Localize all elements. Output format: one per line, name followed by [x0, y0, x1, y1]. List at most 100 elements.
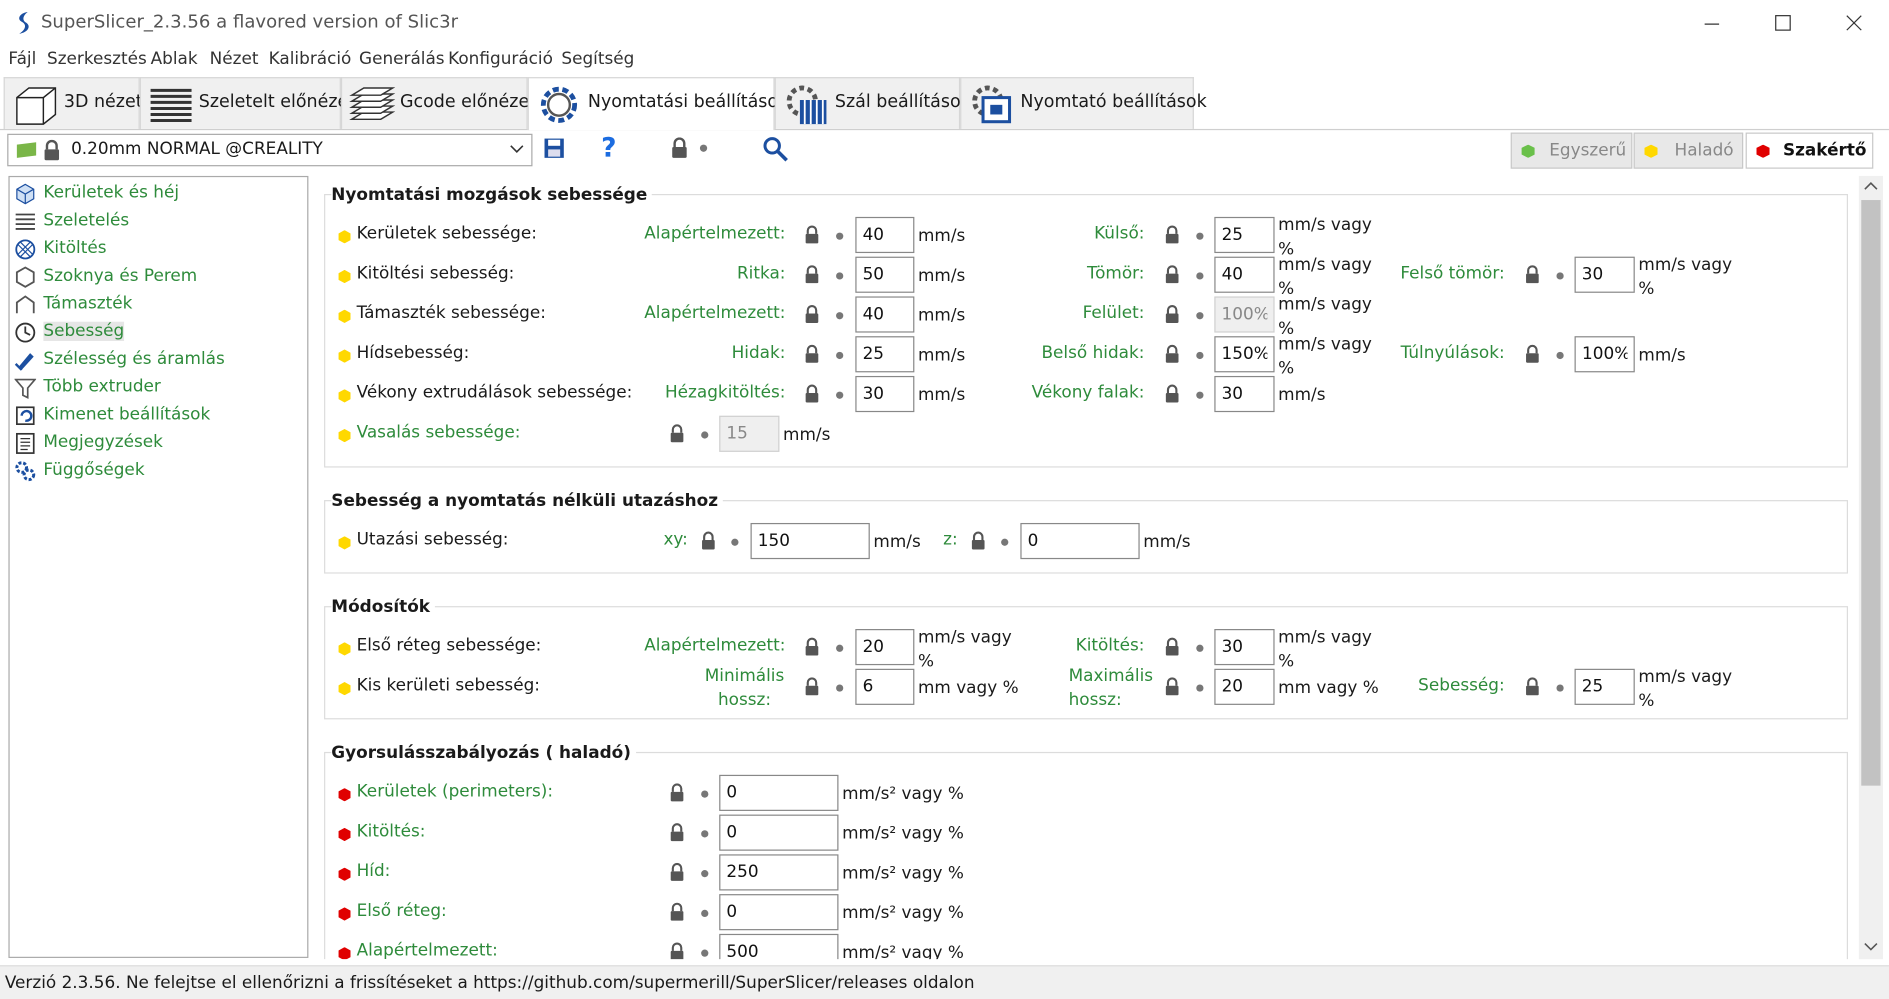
- thin-walls-speed-input[interactable]: [1214, 375, 1275, 413]
- sublabel: Belső hidak:: [1041, 343, 1145, 363]
- menu-view[interactable]: Nézet: [210, 49, 259, 68]
- external-perimeter-speed-input[interactable]: [1214, 216, 1275, 254]
- lock-icon[interactable]: [970, 531, 987, 550]
- travel-xy-speed-input[interactable]: [750, 522, 870, 560]
- lock-icon[interactable]: [1164, 344, 1181, 364]
- tab-gcode-preview[interactable]: Gcode előnézet: [340, 77, 536, 129]
- lock-icon[interactable]: [804, 677, 821, 696]
- lock-icon[interactable]: [804, 265, 821, 284]
- accel-infill-input[interactable]: [719, 814, 839, 851]
- lock-icon[interactable]: [804, 637, 821, 656]
- tab-printer-settings[interactable]: Nyomtató beállítások: [960, 77, 1207, 129]
- unit-label: mm/s² vagy %: [842, 863, 964, 884]
- solid-infill-speed-input[interactable]: [1214, 256, 1275, 293]
- first-layer-speed-input[interactable]: [855, 629, 915, 666]
- menu-configuration[interactable]: Konfiguráció: [448, 49, 553, 68]
- lock-icon[interactable]: [669, 902, 686, 922]
- lock-icon[interactable]: [1164, 384, 1181, 403]
- row-bridge-speed: Hídsebesség: Hidak: mm/s Belső hidak: mm…: [316, 335, 1846, 378]
- support-speed-input[interactable]: [855, 296, 915, 333]
- app-window: SuperSlicer_2.3.56 a flavored version of…: [0, 0, 1889, 999]
- lock-icon[interactable]: [670, 137, 689, 159]
- mode-expert-label: Szakértő: [1782, 140, 1867, 161]
- bridge-speed-input[interactable]: [855, 336, 915, 373]
- accel-perimeters-input[interactable]: [719, 774, 839, 811]
- menu-calibration[interactable]: Kalibráció: [269, 49, 352, 68]
- maximize-icon[interactable]: [1768, 10, 1797, 37]
- lock-icon[interactable]: [669, 783, 686, 802]
- unit-label: mm/s: [917, 226, 966, 246]
- menu-help[interactable]: Segítség: [561, 49, 634, 68]
- lock-icon[interactable]: [1524, 677, 1541, 696]
- lock-icon[interactable]: [1524, 344, 1541, 364]
- scroll-down-icon[interactable]: [1864, 942, 1878, 952]
- small-perimeter-speed-input[interactable]: [1574, 668, 1635, 705]
- accel-first-layer-input[interactable]: [719, 894, 839, 931]
- tab-label: Nyomtatási beállítások: [587, 92, 789, 113]
- mode-advanced-button[interactable]: Haladó: [1633, 132, 1744, 169]
- lock-icon[interactable]: [804, 384, 821, 403]
- tab-sliced-preview[interactable]: Szeletelt előnézet: [139, 77, 355, 129]
- sublabel: z:: [943, 530, 958, 550]
- tab-print-settings[interactable]: Nyomtatási beállítások: [527, 77, 788, 131]
- mode-hex-icon: [338, 867, 351, 881]
- overhangs-speed-input[interactable]: [1574, 336, 1635, 373]
- sublabel: Tömör:: [1086, 263, 1145, 284]
- mode-expert-button[interactable]: Szakértő: [1745, 132, 1874, 169]
- perimeter-speed-input[interactable]: [855, 216, 915, 254]
- lock-icon[interactable]: [1164, 305, 1181, 324]
- internal-bridge-speed-input[interactable]: [1214, 336, 1275, 373]
- lock-icon[interactable]: [669, 942, 686, 960]
- menu-file[interactable]: Fájl: [8, 49, 36, 68]
- bullet-dot: [1196, 312, 1204, 320]
- cube-icon: [16, 87, 57, 125]
- save-icon[interactable]: [543, 137, 565, 159]
- sublabel: Alapértelmezett:: [644, 224, 786, 244]
- bullet-dot: [1196, 684, 1204, 692]
- bullet-dot: [836, 351, 844, 360]
- row-accel-infill: Kitöltés: mm/s² vagy %: [316, 814, 1846, 854]
- top-solid-infill-speed-input[interactable]: [1574, 256, 1635, 293]
- lock-icon[interactable]: [1164, 265, 1181, 284]
- sidebar-item-label: Támaszték: [43, 294, 133, 314]
- sparse-infill-speed-input[interactable]: [855, 256, 915, 293]
- mode-simple-button[interactable]: Egyszerű: [1510, 132, 1633, 169]
- help-question-icon[interactable]: ?: [599, 135, 618, 162]
- lock-icon[interactable]: [1164, 677, 1181, 696]
- tab-filament-settings[interactable]: Szál beállítások: [774, 77, 971, 129]
- menu-window[interactable]: Ablak: [151, 49, 198, 68]
- bullet-dot: [701, 909, 709, 918]
- travel-z-speed-input[interactable]: [1020, 522, 1140, 560]
- menu-edit[interactable]: Szerkesztés: [47, 49, 147, 68]
- accel-bridge-input[interactable]: [719, 854, 839, 891]
- sublabel: Felső tömör:: [1400, 263, 1505, 284]
- lock-icon[interactable]: [804, 344, 821, 364]
- ironing-speed-input[interactable]: [719, 415, 780, 452]
- lock-icon[interactable]: [804, 305, 821, 324]
- gap-fill-speed-input[interactable]: [855, 375, 915, 413]
- lock-icon[interactable]: [669, 823, 686, 842]
- scroll-up-icon[interactable]: [1864, 181, 1878, 191]
- lock-icon[interactable]: [700, 531, 717, 550]
- row-accel-perimeters: Kerületek (perimeters): mm/s² vagy %: [316, 774, 1846, 814]
- bullet-dot: [1196, 272, 1204, 280]
- lock-icon[interactable]: [669, 424, 686, 443]
- first-layer-infill-speed-input[interactable]: [1214, 629, 1275, 666]
- minimize-icon[interactable]: [1697, 10, 1726, 37]
- small-perimeter-min-length-input[interactable]: [855, 668, 915, 705]
- accel-default-input[interactable]: [719, 933, 839, 960]
- lock-icon[interactable]: [1164, 637, 1181, 656]
- lock-icon[interactable]: [804, 225, 821, 244]
- support-interface-speed-input[interactable]: [1214, 296, 1275, 333]
- lock-icon[interactable]: [669, 862, 686, 882]
- scrollbar-thumb[interactable]: [1861, 200, 1881, 786]
- small-perimeter-max-length-input[interactable]: [1214, 668, 1275, 705]
- menu-generate[interactable]: Generálás: [359, 49, 445, 68]
- close-icon[interactable]: [1840, 10, 1869, 37]
- lock-icon[interactable]: [1524, 265, 1541, 284]
- search-icon[interactable]: [763, 136, 790, 163]
- tab-3d-view[interactable]: 3D nézet: [3, 77, 143, 129]
- lock-icon[interactable]: [1164, 225, 1181, 244]
- preset-dropdown[interactable]: 0.20mm NORMAL @CREALITY: [7, 133, 533, 167]
- vertical-scrollbar[interactable]: [1858, 175, 1883, 960]
